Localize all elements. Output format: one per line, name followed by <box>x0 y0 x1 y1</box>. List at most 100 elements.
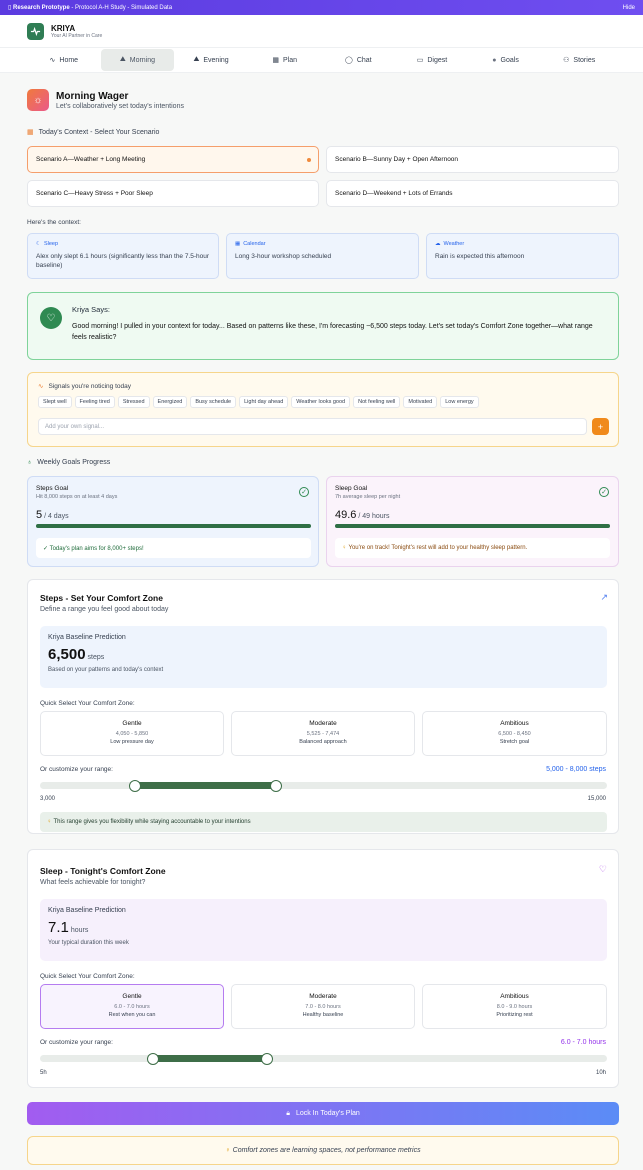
signal-chip[interactable]: Feeling tired <box>74 396 115 408</box>
steps-zone-gentle[interactable]: Gentle 4,050 - 5,850 Low pressure day <box>40 711 224 756</box>
scenario-b-button[interactable]: Scenario B—Sunny Day + Open Afternoon <box>326 146 619 173</box>
app-name: KRIYA <box>51 23 76 33</box>
steps-prediction-box: Kriya Baseline Prediction 6,500 steps Ba… <box>40 626 607 688</box>
sleep-slider-low-handle[interactable] <box>147 1052 160 1065</box>
steps-goal-note: ✓ Today's plan aims for 8,000+ steps! <box>36 538 311 558</box>
steps-slider-low-handle[interactable] <box>128 779 141 792</box>
calendar-icon: ▦ <box>27 129 34 136</box>
tab-stories[interactable]: ⚇ Stories <box>542 49 616 71</box>
signal-chip[interactable]: Light day ahead <box>239 396 289 408</box>
signal-chip[interactable]: Weather looks good <box>291 396 351 408</box>
signal-input[interactable]: Add your own signal... <box>38 418 587 435</box>
page-subtitle: Let's collaboratively set today's intent… <box>56 102 184 110</box>
signals-heading: Signals you're noticing today <box>48 382 131 390</box>
steps-goal-value: 5 <box>36 509 43 521</box>
prediction-value: 6,500 <box>48 646 86 663</box>
sleep-goal-title: Sleep Goal <box>335 485 368 492</box>
calendar-icon: ▦ <box>272 57 279 64</box>
signal-chip[interactable]: Stressed <box>117 396 150 408</box>
award-icon: ♁ <box>27 459 33 466</box>
tab-morning[interactable]: ⛰ Morning <box>100 49 175 71</box>
signal-chip[interactable]: Not feeling well <box>353 396 401 408</box>
sleep-card-subtitle: What feels achievable for tonight? <box>40 879 146 886</box>
sleep-zone-moderate[interactable]: Moderate 7.0 - 8.0 hours Healthy baseline <box>231 984 415 1029</box>
heart-icon: ♡ <box>598 864 607 874</box>
sleep-card-title: Sleep - Tonight's Comfort Zone <box>40 866 166 876</box>
tab-evening[interactable]: ⛰ Evening <box>174 49 248 71</box>
steps-tip: ♀ This range gives you flexibility while … <box>40 812 607 832</box>
sleep-range-slider[interactable] <box>40 1052 607 1065</box>
app-header: KRIYA Your AI Partner in Care <box>0 15 643 47</box>
activity-icon: ∿ <box>38 383 44 390</box>
scenario-c-button[interactable]: Scenario C—Heavy Stress + Poor Sleep <box>27 180 319 207</box>
prediction-note: Based on your patterns and today's conte… <box>48 667 164 673</box>
signals-card: ∿ Signals you're noticing today Slept wel… <box>27 372 619 447</box>
lock-in-plan-button[interactable]: 🔒︎ Lock In Today's Plan <box>27 1102 619 1125</box>
signal-chip[interactable]: Slept well <box>38 396 72 408</box>
prediction-value: 7.1 <box>48 919 69 936</box>
sleep-goal-note: ♀ You're on track! Tonight's rest will ad… <box>335 538 610 558</box>
prediction-label: Kriya Baseline Prediction <box>48 634 126 641</box>
open-book-icon: ▭ <box>416 57 424 64</box>
kriya-message-card: ♡ Kriya Says: Good morning! I pulled in … <box>27 292 619 360</box>
sleep-goal-desc: 7h average sleep per night <box>335 494 401 500</box>
tab-plan[interactable]: ▦ Plan <box>248 49 322 71</box>
steps-goal-unit: / 4 days <box>44 513 69 520</box>
steps-comfort-card: Steps - Set Your Comfort Zone Define a r… <box>27 579 619 834</box>
trending-up-icon: ↗ <box>600 592 608 602</box>
sleep-zone-gentle[interactable]: Gentle 6.0 - 7.0 hours Rest when you can <box>40 984 224 1029</box>
signal-chip[interactable]: Low energy <box>440 396 479 408</box>
steps-goal-title: Steps Goal <box>36 485 69 492</box>
sleep-min-label: 5h <box>40 1070 47 1076</box>
lightbulb-icon: ♀ <box>342 545 347 551</box>
weather-context-card: ☁ Weather Rain is expected this afternoon <box>426 233 619 279</box>
steps-range-slider[interactable] <box>40 779 607 792</box>
signal-chip[interactable]: Motivated <box>403 396 438 408</box>
calendar-icon: ▦ <box>235 241 241 247</box>
research-banner: ▯ Research Prototype - Protocol A-H Stud… <box>0 0 643 15</box>
check-circle-icon: ✓ <box>599 487 609 497</box>
sleep-zone-ambitious[interactable]: Ambitious 8.0 - 9.0 hours Prioritizing res… <box>422 984 607 1029</box>
lock-icon: 🔒︎ <box>286 1109 290 1117</box>
main-content: ☼ Morning Wager Let's collaboratively se… <box>0 73 643 1170</box>
steps-slider-high-handle[interactable] <box>270 779 283 792</box>
sunrise-badge-icon: ☼ <box>27 89 49 111</box>
page-title: Morning Wager <box>56 90 129 102</box>
main-nav: ∿ Home ⛰ Morning ⛰ Evening ▦ Plan ◯ Chat ▭ Dig… <box>0 47 643 73</box>
check-circle-icon: ✓ <box>299 487 309 497</box>
kriya-title: Kriya Says: <box>72 305 110 314</box>
steps-max-label: 15,000 <box>587 796 606 802</box>
page-header: ☼ Morning Wager Let's collaboratively se… <box>27 89 184 111</box>
tab-home[interactable]: ∿ Home <box>27 49 101 71</box>
signal-chip[interactable]: Energized <box>152 396 188 408</box>
hide-button[interactable]: Hide <box>623 5 635 11</box>
quick-select-label: Quick Select Your Comfort Zone: <box>40 973 135 980</box>
customize-label: Or customize your range: <box>40 766 113 773</box>
steps-zone-ambitious[interactable]: Ambitious 6,500 - 8,450 Stretch goal <box>422 711 607 756</box>
signal-chip[interactable]: Busy schedule <box>190 396 237 408</box>
steps-goal-card: Steps Goal Hit 8,000 steps on at least 4… <box>27 476 319 567</box>
signal-chips: Slept well Feeling tired Stressed Energized… <box>38 396 608 408</box>
tab-chat[interactable]: ◯ Chat <box>322 49 396 71</box>
prediction-unit: hours <box>70 927 89 934</box>
kriya-text: Good morning! I pulled in your context f… <box>72 323 593 342</box>
sleep-slider-high-handle[interactable] <box>260 1052 273 1065</box>
calendar-context-card: ▦ Calendar Long 3-hour workshop scheduled <box>226 233 419 279</box>
quick-select-label: Quick Select Your Comfort Zone: <box>40 700 135 707</box>
sleep-goal-unit: / 49 hours <box>358 513 390 520</box>
add-signal-button[interactable]: + <box>592 418 609 435</box>
scenario-a-button[interactable]: Scenario A—Weather + Long Meeting <box>27 146 319 173</box>
scenario-d-button[interactable]: Scenario D—Weekend + Lots of Errands <box>326 180 619 207</box>
steps-zone-moderate[interactable]: Moderate 5,525 - 7,474 Balanced approach <box>231 711 415 756</box>
banner-text: ▯ Research Prototype - Protocol A-H Stud… <box>8 4 173 12</box>
weekly-heading: ♁ Weekly Goals Progress <box>27 459 111 466</box>
prediction-note: Your typical duration this week <box>48 940 129 946</box>
tab-digest[interactable]: ▭ Digest <box>395 49 469 71</box>
steps-goal-desc: Hit 8,000 steps on at least 4 days <box>36 494 118 500</box>
context-intro: Here's the context: <box>27 219 81 226</box>
tab-goals[interactable]: ● Goals <box>469 49 543 71</box>
heart-icon: ♡ <box>40 307 62 329</box>
context-heading: ▦ Today's Context - Select Your Scenario <box>27 128 160 137</box>
steps-card-subtitle: Define a range you feel good about today <box>40 606 169 613</box>
sleep-goal-progress <box>335 524 610 528</box>
